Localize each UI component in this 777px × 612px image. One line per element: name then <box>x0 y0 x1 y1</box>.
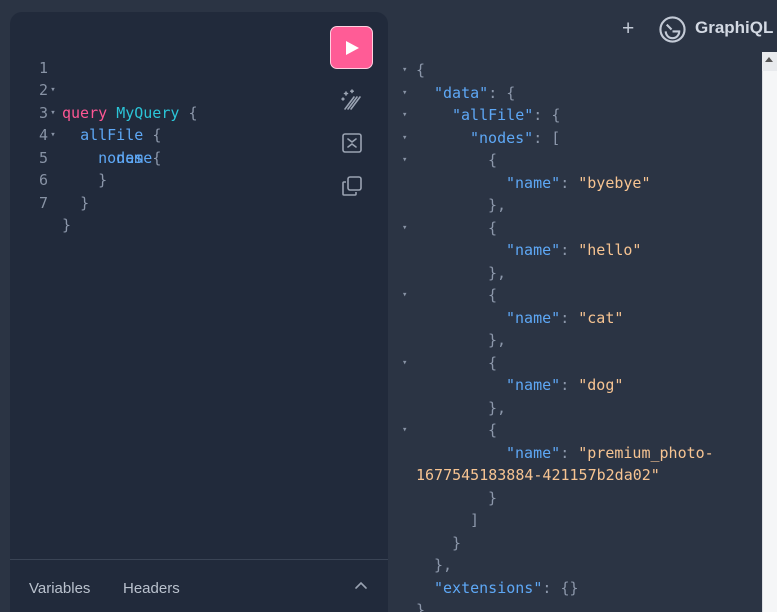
copy-icon <box>341 176 362 196</box>
code-line-7[interactable]: 7 } <box>10 169 71 235</box>
json-key: "name" <box>506 308 561 327</box>
tab-variables[interactable]: Variables <box>29 580 90 597</box>
copy-query-button[interactable] <box>330 174 373 198</box>
merge-fragments-icon <box>341 133 362 153</box>
code-line-6[interactable]: 6 } <box>10 147 89 212</box>
query-editor-panel: 1 ▾ query MyQuery { 2 ▾ allFile { 3 ▾ no… <box>10 12 388 612</box>
execute-query-button[interactable] <box>330 26 373 69</box>
tab-headers[interactable]: Headers <box>123 580 180 597</box>
json-key: "name" <box>506 443 561 462</box>
fold-toggle-icon[interactable]: ▾ <box>402 59 407 82</box>
operation-name: MyQuery <box>116 103 180 122</box>
fold-toggle-icon[interactable]: ▾ <box>402 284 407 307</box>
json-key: "extensions" <box>434 578 543 597</box>
code-line-2[interactable]: 2 ▾ allFile { <box>10 57 161 144</box>
merge-fragments-button[interactable] <box>330 131 373 155</box>
json-key: "allFile" <box>452 106 534 124</box>
json-value: {} <box>560 578 579 597</box>
scrollbar-thumb[interactable] <box>762 71 777 612</box>
editor-tools-footer: Variables Headers <box>10 559 388 612</box>
fold-toggle-icon[interactable]: ▾ <box>402 352 407 375</box>
magic-wand-icon <box>340 89 361 110</box>
query-editor[interactable]: 1 ▾ query MyQuery { 2 ▾ allFile { 3 ▾ no… <box>10 34 198 235</box>
app-title: GraphiQL <box>695 18 774 37</box>
field-name: name <box>116 148 153 167</box>
json-value: "dog" <box>578 376 624 394</box>
json-value: "byebye" <box>578 173 651 192</box>
fold-toggle-icon[interactable]: ▾ <box>402 82 407 105</box>
field-allfile: allFile <box>80 126 144 144</box>
brace: } <box>62 216 72 234</box>
fold-toggle-icon[interactable]: ▾ <box>402 149 407 172</box>
brace: } <box>80 193 90 212</box>
result-scrollbar[interactable] <box>762 52 777 612</box>
prettify-button[interactable] <box>330 88 373 112</box>
json-key: "data" <box>434 83 489 102</box>
brace: { <box>188 103 198 122</box>
code-line-3[interactable]: 3 ▾ nodes { <box>10 79 161 167</box>
add-tab-button[interactable]: + <box>622 17 640 41</box>
fold-toggle-icon[interactable]: ▾ <box>402 419 407 442</box>
play-icon <box>345 40 359 55</box>
scroll-up-arrow-icon[interactable] <box>765 57 773 62</box>
graphiql-logo-icon <box>659 16 686 43</box>
json-value: "cat" <box>578 308 624 327</box>
brace: } <box>98 171 108 189</box>
json-value: "hello" <box>578 241 642 259</box>
json-key: "name" <box>506 376 561 394</box>
json-key: "name" <box>506 173 561 192</box>
fold-toggle-icon[interactable]: ▾ <box>402 104 407 127</box>
code-line-5[interactable]: 5 } <box>10 124 107 190</box>
editor-toolbar <box>330 26 374 198</box>
json-value: 1677545183884-421157b2da02" <box>416 466 660 484</box>
code-line-1[interactable]: 1 ▾ query MyQuery { <box>10 34 198 122</box>
json-key: "nodes" <box>470 128 534 147</box>
brace: { <box>152 126 162 144</box>
fold-toggle-icon[interactable]: ▾ <box>402 217 407 240</box>
chevron-up-icon[interactable] <box>353 578 369 594</box>
code-line-4[interactable]: 4 name <box>10 102 152 167</box>
result-viewer: ▾{ ▾ "data": { ▾ "allFile": { ▾ "nodes": [ … <box>402 59 714 612</box>
keyword-query: query <box>62 103 108 122</box>
json-value: "premium_photo- <box>578 443 714 462</box>
fold-toggle-icon[interactable]: ▾ <box>402 127 407 150</box>
brace: { <box>152 148 162 167</box>
line-number: 7 <box>38 193 48 212</box>
json-key: "name" <box>506 241 561 259</box>
